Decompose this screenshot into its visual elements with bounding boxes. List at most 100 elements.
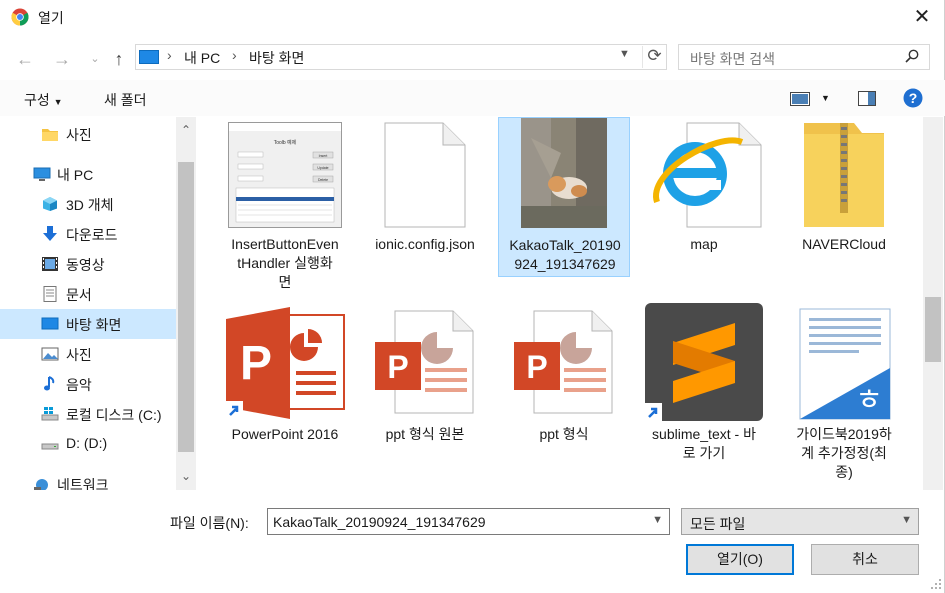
file-item-selected[interactable]: KakaoTalk_20190 924_191347629 bbox=[498, 117, 630, 277]
windows-drive-icon bbox=[41, 407, 59, 421]
sidebar-item-network[interactable]: 네트워크 bbox=[0, 469, 176, 490]
file-item[interactable]: map bbox=[638, 117, 770, 277]
file-item[interactable]: Toolb 예제 Insert Update Delete InsertButt… bbox=[219, 117, 351, 297]
file-name: sublime_text - 바로 가기 bbox=[652, 426, 756, 461]
sidebar-item-this-pc[interactable]: 내 PC bbox=[0, 159, 176, 189]
breadcrumb-separator: › bbox=[232, 47, 237, 63]
file-item[interactable]: P ppt 형식 원본 bbox=[359, 300, 491, 460]
search-icon[interactable] bbox=[905, 49, 919, 63]
sublime-text-icon bbox=[644, 303, 763, 421]
help-icon[interactable]: ? bbox=[903, 88, 923, 108]
powerpoint-icon: P bbox=[225, 307, 345, 419]
music-icon bbox=[44, 376, 55, 391]
file-list-scrollbar[interactable] bbox=[923, 117, 943, 490]
file-list-scroll-thumb[interactable] bbox=[925, 297, 941, 362]
sidebar-scrollbar[interactable]: ⌃ ⌄ bbox=[176, 117, 196, 490]
sidebar-scroll-thumb[interactable] bbox=[178, 162, 194, 452]
view-options-chevron-icon[interactable]: ▼ bbox=[821, 93, 830, 103]
chrome-icon bbox=[11, 8, 29, 26]
resize-grip-icon[interactable] bbox=[930, 578, 942, 590]
sidebar-item-pictures[interactable]: 사진 bbox=[0, 339, 176, 369]
drive-icon bbox=[41, 443, 59, 450]
ppt-file-icon: P bbox=[375, 310, 474, 414]
sidebar-item-videos[interactable]: 동영상 bbox=[0, 249, 176, 279]
open-button[interactable]: 열기(O) bbox=[686, 544, 794, 575]
cancel-button[interactable]: 취소 bbox=[811, 544, 919, 575]
breadcrumb-desktop[interactable]: 바탕 화면 bbox=[249, 48, 304, 68]
file-item[interactable]: P PowerPoint 2016 bbox=[219, 300, 351, 480]
desktop-icon bbox=[41, 317, 59, 330]
file-name: NAVERCloud bbox=[802, 236, 886, 252]
svg-text:Toolb 예제: Toolb 예제 bbox=[274, 139, 297, 146]
file-item[interactable]: ionic.config.json bbox=[359, 117, 491, 277]
filename-value[interactable]: KakaoTalk_20190924_191347629 bbox=[273, 514, 486, 530]
sidebar-item-documents[interactable]: 문서 bbox=[0, 279, 176, 309]
preview-pane-icon[interactable] bbox=[858, 91, 876, 106]
file-name: 가이드북2019하 계 추가정정(최 종) bbox=[796, 426, 892, 480]
file-item[interactable]: ㅎ 가이드북2019하 계 추가정정(최 종) bbox=[778, 300, 910, 480]
breadcrumb-pc[interactable]: 내 PC bbox=[184, 48, 220, 68]
file-item[interactable]: sublime_text - 바로 가기 bbox=[638, 300, 770, 480]
file-name: ionic.config.json bbox=[375, 236, 475, 252]
filename-input[interactable]: KakaoTalk_20190924_191347629 ▼ bbox=[267, 508, 670, 535]
refresh-icon[interactable]: ⟳ bbox=[642, 46, 666, 68]
view-icon[interactable] bbox=[790, 92, 810, 106]
breadcrumb-separator: › bbox=[167, 47, 172, 63]
scroll-down-arrow-icon[interactable]: ⌄ bbox=[176, 469, 196, 483]
open-file-dialog: 열기 ✕ ← → ⌄ ↑ › 내 PC › 바탕 화면 ▼ ⟳ 바탕 화면 검색… bbox=[0, 0, 945, 593]
sidebar-item-desktop[interactable]: 바탕 화면 bbox=[0, 309, 176, 339]
svg-text:?: ? bbox=[909, 90, 918, 106]
forward-button[interactable]: → bbox=[51, 48, 73, 70]
chevron-down-icon[interactable]: ▼ bbox=[652, 514, 663, 526]
screenshot-thumbnail-icon: Toolb 예제 Insert Update Delete bbox=[228, 122, 342, 228]
file-name: ppt 형식 bbox=[539, 426, 589, 442]
file-name: ppt 형식 원본 bbox=[385, 426, 465, 442]
zip-folder-icon bbox=[804, 123, 884, 227]
search-box[interactable]: 바탕 화면 검색 bbox=[678, 44, 930, 70]
svg-text:Update: Update bbox=[317, 166, 328, 170]
sidebar-item-downloads[interactable]: 다운로드 bbox=[0, 219, 176, 249]
pc-icon bbox=[33, 167, 51, 181]
close-button[interactable]: ✕ bbox=[908, 4, 936, 30]
chevron-down-icon[interactable]: ▼ bbox=[619, 48, 630, 60]
sidebar-item-drive-d[interactable]: D: (D:) bbox=[0, 429, 176, 459]
up-button[interactable]: ↑ bbox=[108, 48, 130, 70]
svg-text:Delete: Delete bbox=[318, 178, 328, 182]
svg-text:P: P bbox=[240, 337, 272, 390]
recent-locations-button[interactable]: ⌄ bbox=[84, 48, 106, 70]
svg-text:P: P bbox=[387, 349, 408, 385]
command-bar: 구성 ▼ 새 폴더 ▼ ? bbox=[0, 80, 945, 116]
internet-explorer-file-icon bbox=[653, 122, 762, 228]
sidebar-item-music[interactable]: 음악 bbox=[0, 369, 176, 399]
pc-icon bbox=[139, 50, 159, 64]
blank-file-icon bbox=[384, 122, 466, 228]
file-name: PowerPoint 2016 bbox=[231, 426, 339, 442]
file-item[interactable]: NAVERCloud bbox=[778, 117, 910, 277]
file-item[interactable]: P ppt 형식 bbox=[498, 300, 630, 460]
sidebar-item-local-disk-c[interactable]: 로컬 디스크 (C:) bbox=[0, 399, 176, 429]
cube-icon bbox=[43, 197, 57, 211]
filetype-select[interactable]: 모든 파일 ▼ bbox=[681, 508, 919, 535]
sidebar-item-3d-objects[interactable]: 3D 개체 bbox=[0, 189, 176, 219]
title-bar: 열기 ✕ bbox=[0, 0, 945, 34]
back-button[interactable]: ← bbox=[14, 48, 36, 70]
organize-button[interactable]: 구성 ▼ bbox=[24, 90, 63, 110]
filename-label: 파일 이름(N): bbox=[170, 515, 249, 531]
video-icon bbox=[42, 257, 58, 271]
svg-text:ㅎ: ㅎ bbox=[855, 383, 883, 418]
scroll-up-arrow-icon[interactable]: ⌃ bbox=[176, 123, 196, 137]
sidebar-item-pictures-quick[interactable]: 사진 bbox=[0, 119, 176, 149]
chevron-down-icon[interactable]: ▼ bbox=[901, 514, 912, 526]
navigation-pane: 사진 내 PC 3D 개체 다운로드 동영상 문서 바탕 화면 사진 음악 로컬… bbox=[0, 117, 196, 490]
file-list: Toolb 예제 Insert Update Delete InsertButt… bbox=[196, 117, 923, 490]
address-bar[interactable]: › 내 PC › 바탕 화면 ▼ ⟳ bbox=[135, 44, 667, 70]
photo-thumbnail-icon bbox=[521, 118, 607, 228]
filetype-value: 모든 파일 bbox=[690, 516, 746, 532]
ppt-file-icon: P bbox=[514, 310, 613, 414]
pictures-icon bbox=[41, 347, 59, 361]
network-icon bbox=[34, 479, 48, 490]
svg-text:P: P bbox=[526, 349, 547, 385]
search-input[interactable]: 바탕 화면 검색 bbox=[690, 49, 775, 69]
new-folder-button[interactable]: 새 폴더 bbox=[104, 90, 147, 110]
svg-text:Insert: Insert bbox=[319, 154, 328, 158]
